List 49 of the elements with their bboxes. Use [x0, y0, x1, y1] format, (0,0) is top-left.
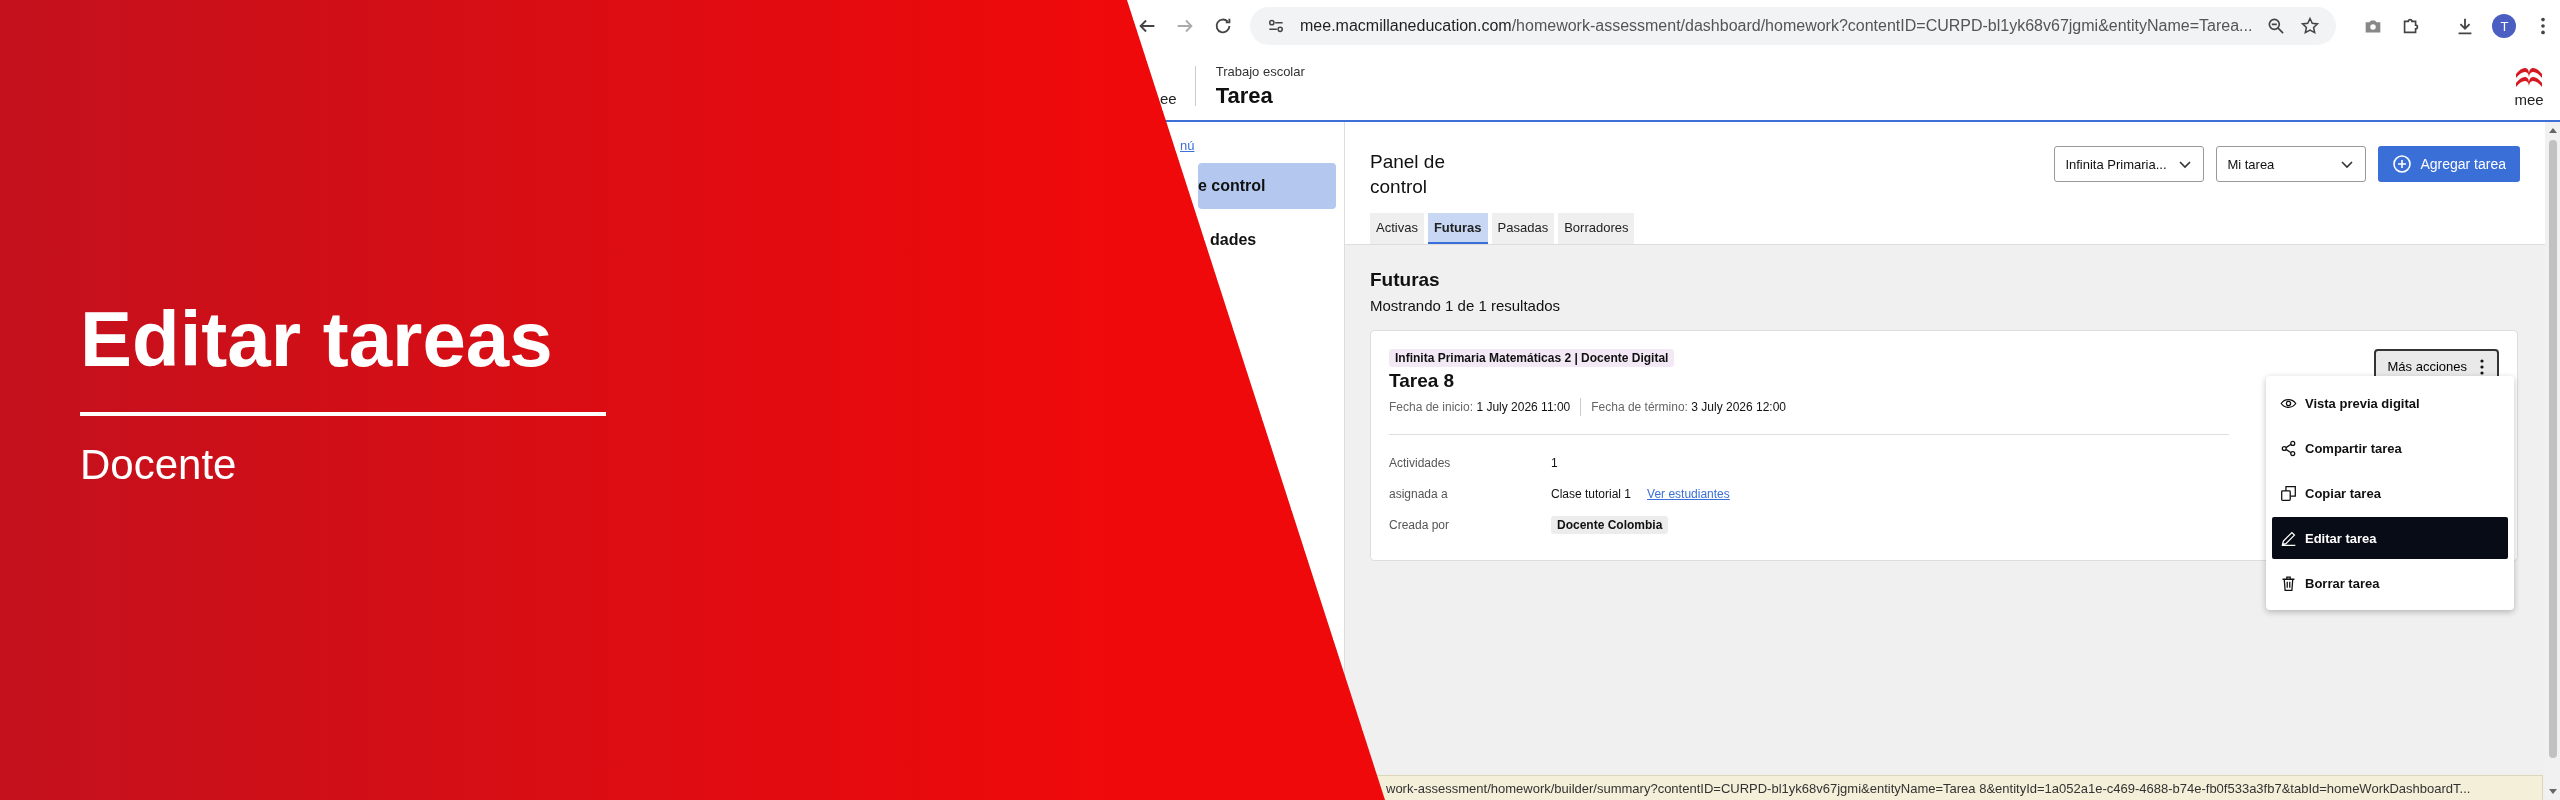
zoom-icon[interactable]: [2266, 16, 2287, 36]
start-date: Fecha de inicio: 1 July 2026 11:00: [1389, 400, 1571, 415]
menu-item[interactable]: Vista previa digital: [2272, 382, 2508, 425]
results-summary: Mostrando 1 de 1 resultados: [1370, 297, 1562, 315]
sidebar-item[interactable]: e control: [1198, 163, 1336, 209]
banner-subtitle: Docente: [80, 444, 237, 486]
filter-dropdown[interactable]: Infinita Primaria...: [2054, 146, 2205, 182]
tab[interactable]: Borradores: [1558, 213, 1635, 245]
panel-title: Panel de control: [1370, 150, 1446, 199]
scroll-up-icon[interactable]: [2547, 126, 2558, 134]
detail-label: Creada por: [1389, 517, 1451, 532]
banner-title: Editar tareas: [80, 300, 553, 378]
end-date: Fecha de término: 3 July 2026 12:00: [1591, 400, 1787, 415]
menu-link[interactable]: nú: [1180, 138, 1195, 153]
url-text: mee.macmillaneducation.com/homework-assessment/dashboard/homework?contentID=CURPD-bl1yk68v67jgmi&entityName=Tarea...: [1300, 17, 2253, 35]
scroll-down-icon[interactable]: [2547, 788, 2558, 796]
copy-icon: [2280, 484, 2297, 502]
detail-value: Clase tutorial 1: [1551, 486, 1632, 501]
page-title: Tarea: [1215, 82, 1274, 109]
scrollbar[interactable]: [2545, 122, 2560, 800]
menu-item[interactable]: Editar tarea: [2272, 517, 2508, 560]
add-task-button[interactable]: Agregar tarea: [2378, 146, 2520, 182]
detail-value: 1: [1551, 455, 1558, 470]
filter-dropdown[interactable]: Mi tarea: [2216, 146, 2367, 182]
assignment-title: Tarea 8: [1389, 370, 1456, 393]
sidebar-item[interactable]: dades: [1208, 217, 1336, 263]
menu-item[interactable]: Borrar tarea: [2272, 562, 2508, 605]
trash-icon: [2280, 574, 2297, 592]
section-label: Trabajo escolar: [1215, 63, 1305, 79]
tab[interactable]: Futuras: [1427, 213, 1488, 245]
detail-label: Actividades: [1389, 455, 1452, 470]
students-link[interactable]: Ver estudiantes: [1647, 486, 1730, 501]
star-icon[interactable]: [2300, 16, 2321, 36]
logo-text: ee: [1160, 91, 1177, 106]
author-tag: Docente Colombia: [1551, 515, 1669, 534]
menu-item[interactable]: Compartir tarea: [2272, 427, 2508, 470]
tab[interactable]: Activas: [1370, 213, 1424, 245]
share-icon: [2280, 439, 2297, 457]
pencil-icon: [2280, 529, 2297, 547]
logo-text: mee: [2514, 91, 2544, 107]
kebab-icon: [2479, 357, 2485, 376]
address-bar[interactable]: mee.macmillaneducation.com/homework-assessment/dashboard/homework?contentID=CURPD-bl1yk68v67jgmi&entityName=Tarea...: [1250, 7, 2337, 45]
menu-item[interactable]: Copiar tarea: [2272, 472, 2508, 515]
course-tag: Infinita Primaria Matemáticas 2 | Docente Digital: [1389, 349, 1675, 368]
profile-avatar[interactable]: T: [2492, 14, 2517, 38]
section-heading: Futuras: [1370, 269, 1441, 292]
plus-circle-icon: [2392, 154, 2413, 174]
tab[interactable]: Pasadas: [1491, 213, 1555, 245]
detail-label: asignada a: [1389, 486, 1449, 501]
